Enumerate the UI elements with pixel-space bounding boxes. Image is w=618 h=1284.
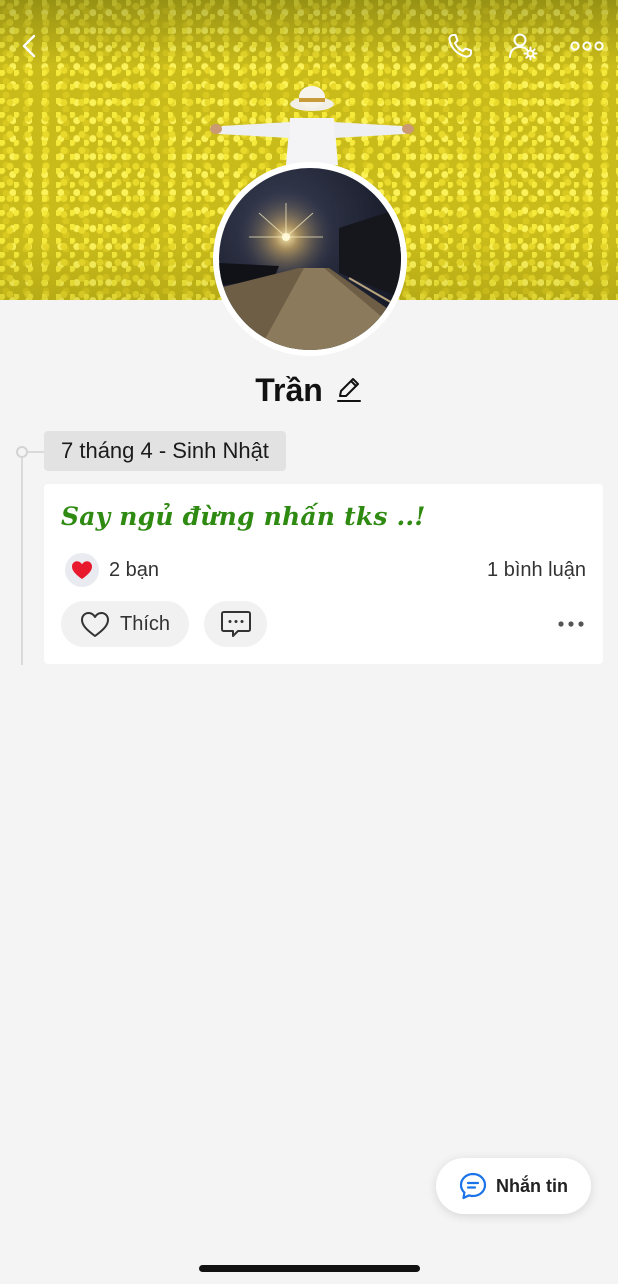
- more-options-button[interactable]: [564, 24, 610, 68]
- timeline-date-label: 7 tháng 4 - Sinh Nhật: [44, 431, 286, 471]
- like-label: Thích: [120, 612, 171, 635]
- reaction-heart-badge: [65, 553, 99, 587]
- chat-bubble-icon: [459, 1172, 487, 1200]
- profile-settings-button[interactable]: [501, 24, 545, 68]
- profile-name: Trần: [255, 371, 323, 408]
- send-message-button[interactable]: Nhắn tin: [436, 1158, 591, 1214]
- avatar[interactable]: [213, 162, 407, 356]
- avatar-image: [219, 168, 401, 350]
- heart-outline-icon: [81, 611, 109, 637]
- call-button[interactable]: [438, 24, 482, 68]
- reaction-summary[interactable]: 2 bạn: [65, 552, 159, 588]
- more-icon: [570, 41, 604, 51]
- timeline-line: [21, 451, 23, 665]
- phone-icon: [448, 34, 472, 58]
- post-card[interactable]: Say ngủ đừng nhấn tks ..! 2 bạn 1 bình l…: [44, 484, 603, 664]
- edit-name-button[interactable]: [333, 373, 363, 408]
- like-button[interactable]: Thích: [61, 601, 189, 647]
- home-indicator[interactable]: [199, 1265, 420, 1272]
- send-message-label: Nhắn tin: [496, 1175, 568, 1196]
- pencil-icon: [336, 377, 361, 402]
- comment-count[interactable]: 1 bình luận: [487, 559, 586, 582]
- post-more-button[interactable]: [555, 612, 587, 636]
- timeline-dot: [16, 446, 28, 458]
- top-bar: [0, 24, 618, 68]
- comment-icon: [220, 611, 251, 637]
- back-icon: [22, 34, 36, 58]
- reaction-count: 2 bạn: [109, 558, 160, 581]
- back-button[interactable]: [8, 24, 52, 68]
- comment-button[interactable]: [204, 601, 267, 647]
- user-settings-icon: [509, 33, 538, 61]
- post-text: Say ngủ đừng nhấn tks ..!: [61, 502, 426, 531]
- heart-filled-icon: [72, 561, 92, 579]
- more-horizontal-icon: [558, 621, 584, 627]
- timeline-connector: [28, 451, 44, 453]
- profile-name-row: Trần: [0, 366, 618, 414]
